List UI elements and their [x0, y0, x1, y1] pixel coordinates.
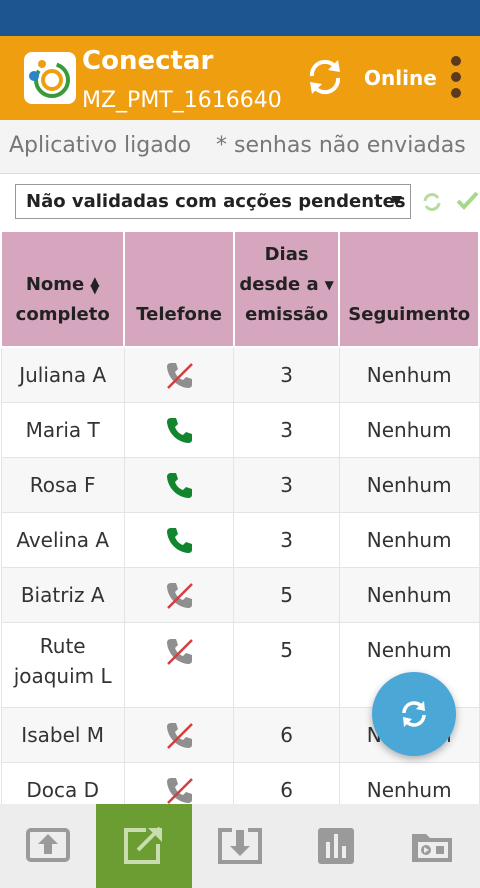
cell-phone[interactable]	[123, 401, 235, 458]
table-row[interactable]: Maria T 3 Nenhum	[0, 401, 480, 458]
media-folder-icon	[412, 834, 452, 862]
sync-fab-button[interactable]	[372, 672, 456, 756]
header-phone: Telefone	[123, 230, 235, 348]
sort-icon: ▲ ▼	[90, 274, 100, 296]
cell-days: 5	[233, 621, 340, 708]
bar-chart-icon	[318, 828, 354, 864]
cell-name: Rosa F	[0, 456, 125, 513]
cell-phone	[123, 346, 235, 403]
upload-tab[interactable]	[0, 804, 96, 888]
cell-follow-up: Nenhum	[338, 511, 480, 568]
table-header-row: Nome ▲ ▼ completo Telefone Dias desde a ▼ e…	[0, 230, 480, 348]
no-phone-icon	[167, 777, 193, 804]
status-bar	[0, 0, 480, 36]
info-bar: Aplicativo ligado * senhas não enviadas	[0, 120, 480, 174]
cell-follow-up: Nenhum	[338, 566, 480, 623]
refresh-small-icon[interactable]	[420, 190, 444, 214]
cell-name: Juliana A	[0, 346, 125, 403]
cell-days: 3	[233, 456, 340, 513]
sort-desc-icon: ▼	[324, 278, 334, 292]
cell-days: 6	[233, 706, 340, 763]
cell-days: 3	[233, 511, 340, 568]
download-icon	[218, 828, 262, 864]
sync-icon[interactable]	[304, 56, 346, 98]
app-connected-label: Aplicativo ligado	[9, 133, 192, 158]
header-follow-up: Seguimento	[338, 230, 480, 348]
phone-icon[interactable]	[164, 525, 194, 555]
upload-icon	[26, 828, 70, 862]
app-title: Conectar	[82, 46, 214, 76]
cell-phone	[123, 621, 235, 708]
cell-days: 3	[233, 346, 340, 403]
table-row[interactable]: Biatriz A 5 Nenhum	[0, 566, 480, 623]
table-row[interactable]: Juliana A 3 Nenhum	[0, 346, 480, 403]
cell-follow-up: Nenhum	[338, 346, 480, 403]
filter-selected-value: Não validadas com acções pendentes	[26, 191, 406, 212]
cell-name: Isabel M	[0, 706, 125, 763]
cell-phone	[123, 706, 235, 763]
header-name[interactable]: Nome ▲ ▼ completo	[0, 230, 126, 348]
no-phone-icon	[167, 639, 193, 665]
statistics-tab[interactable]	[288, 804, 384, 888]
no-phone-icon	[167, 582, 193, 609]
online-status: Online	[364, 66, 437, 90]
cell-name: Avelina A	[0, 511, 125, 568]
unsent-passwords-label: * senhas não enviadas	[216, 133, 466, 158]
bottom-nav	[0, 804, 480, 888]
filter-select[interactable]: Não validadas com acções pendentes ▼	[15, 184, 411, 219]
cell-days: 3	[233, 401, 340, 458]
cell-follow-up: Nenhum	[338, 401, 480, 458]
app-bar: Conectar MZ_PMT_1616640 Online	[0, 36, 480, 120]
chevron-down-icon: ▼	[391, 193, 402, 209]
app-subtitle: MZ_PMT_1616640	[82, 88, 282, 113]
no-phone-icon	[167, 362, 193, 389]
open-external-icon	[124, 826, 162, 864]
table-row[interactable]: Avelina A 3 Nenhum	[0, 511, 480, 568]
app-logo-icon	[24, 52, 76, 104]
cell-phone[interactable]	[123, 456, 235, 513]
cell-phone	[123, 566, 235, 623]
cell-follow-up: Nenhum	[338, 456, 480, 513]
header-days[interactable]: Dias desde a ▼ emissão	[232, 230, 341, 348]
open-external-tab[interactable]	[96, 804, 192, 888]
cell-name: Maria T	[0, 401, 125, 458]
cell-days: 5	[233, 566, 340, 623]
cell-name: Biatriz A	[0, 566, 125, 623]
download-tab[interactable]	[192, 804, 288, 888]
cell-name: Rute joaquim L	[0, 621, 125, 708]
no-phone-icon	[167, 722, 193, 749]
phone-icon[interactable]	[164, 470, 194, 500]
table-row[interactable]: Rosa F 3 Nenhum	[0, 456, 480, 513]
phone-icon[interactable]	[164, 415, 194, 445]
check-icon[interactable]	[455, 188, 479, 212]
more-menu-icon[interactable]	[448, 56, 464, 104]
media-tab[interactable]	[384, 804, 480, 888]
cell-phone[interactable]	[123, 511, 235, 568]
